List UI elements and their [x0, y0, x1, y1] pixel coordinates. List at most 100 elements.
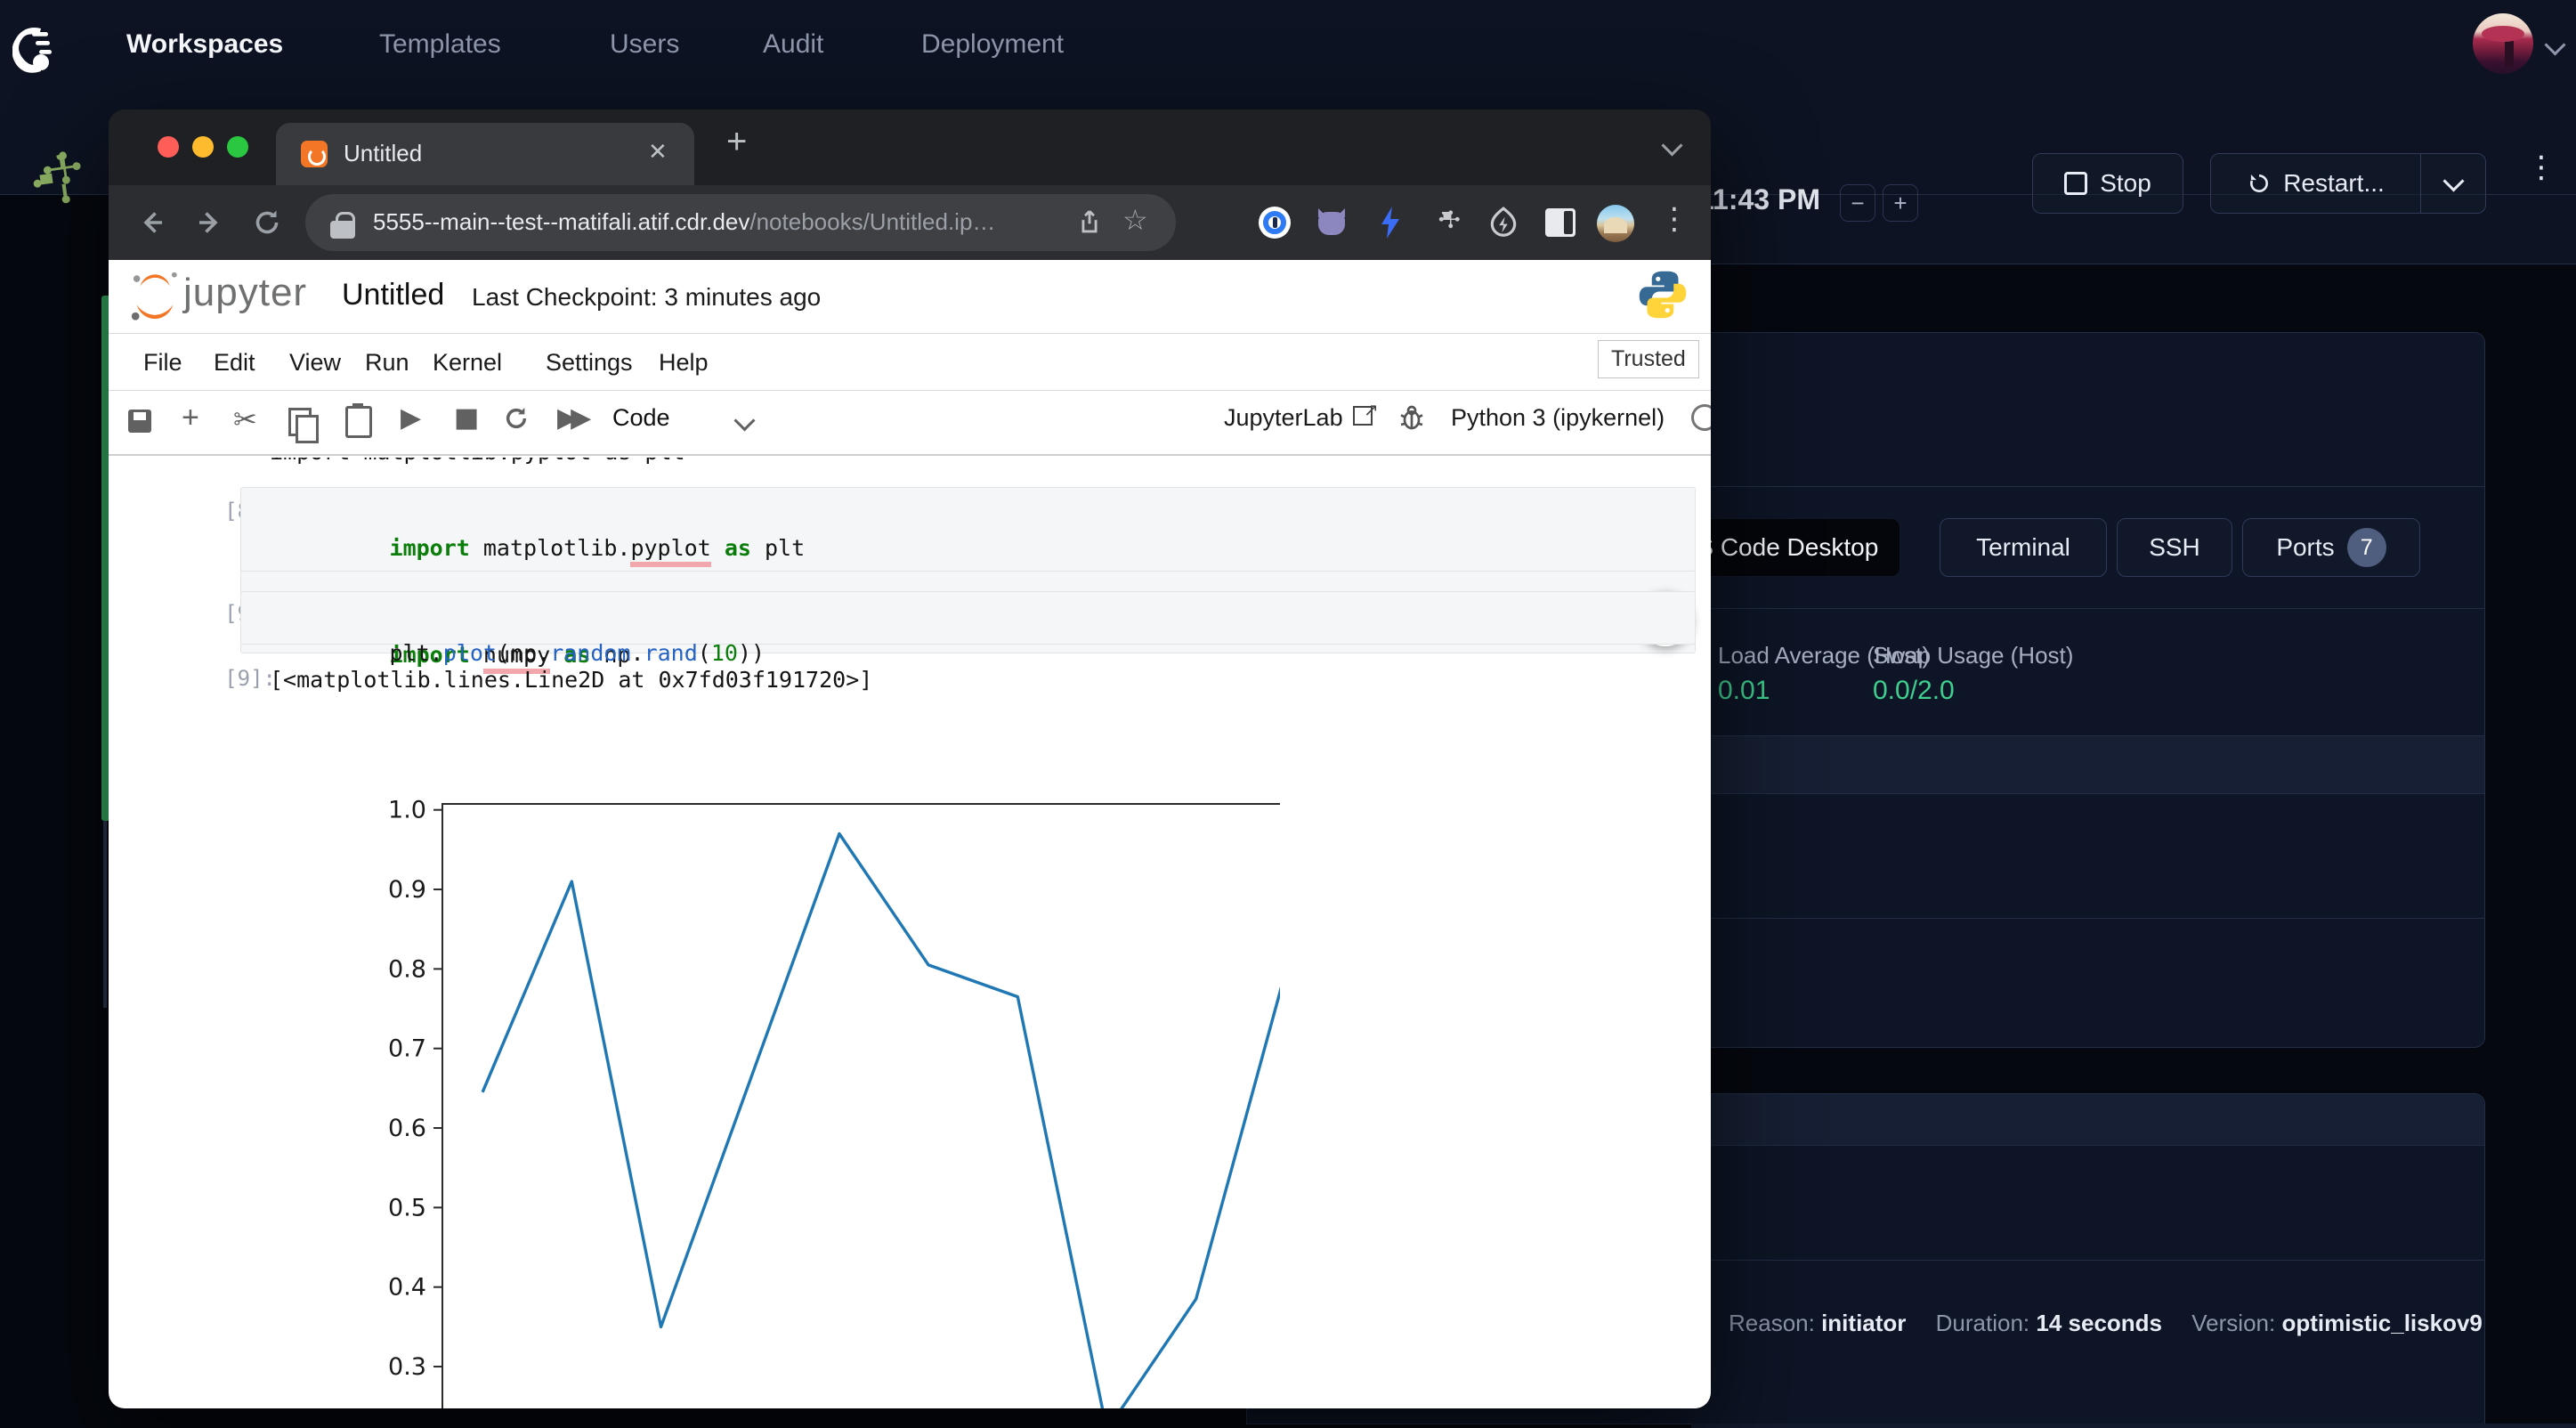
cut-cells-icon[interactable]: ✂: [233, 402, 257, 436]
restart-kernel-icon[interactable]: [502, 404, 531, 433]
browser-kebab-menu[interactable]: ⋮: [1659, 201, 1689, 237]
reload-icon[interactable]: [251, 207, 283, 239]
url-path: /notebooks/Untitled.ip…: [749, 208, 995, 235]
browser-tab[interactable]: Untitled ✕: [276, 123, 694, 185]
nav-item-users[interactable]: Users: [610, 29, 679, 60]
svg-text:1.0: 1.0: [388, 797, 426, 824]
forward-icon[interactable]: [194, 207, 226, 239]
copy-cells-icon[interactable]: [288, 408, 312, 436]
debugger-bug-icon[interactable]: [1397, 402, 1426, 433]
lightning-extension-icon[interactable]: [1376, 205, 1405, 240]
menu-file[interactable]: File: [143, 349, 182, 377]
menu-run[interactable]: Run: [365, 349, 409, 377]
url-text: 5555--main--test--matifali.atif.cdr.dev/…: [373, 208, 995, 236]
paste-cells-icon[interactable]: [345, 406, 372, 438]
swap-usage-label: Swap Usage (Host): [1873, 642, 2073, 669]
browser-tabstrip: Untitled ✕ +: [109, 110, 1711, 185]
menu-view[interactable]: View: [289, 349, 341, 377]
template-puzzle-icon: [30, 150, 89, 205]
version-label: Version:: [2191, 1310, 2275, 1336]
window-minimize-button[interactable]: [192, 136, 214, 158]
save-icon[interactable]: [128, 410, 151, 433]
nav-item-audit[interactable]: Audit: [763, 29, 823, 60]
bookmark-star-icon[interactable]: ☆: [1122, 203, 1148, 237]
cell-type-chevron-icon: [733, 410, 755, 431]
menu-kernel[interactable]: Kernel: [433, 349, 502, 377]
tab-search-chevron-icon[interactable]: [1661, 134, 1682, 156]
clipped-code-line: import matplotlib.pyplot as plt: [270, 458, 1249, 470]
stop-button-label: Stop: [2100, 169, 2151, 198]
menu-edit[interactable]: Edit: [214, 349, 255, 377]
back-icon[interactable]: [135, 207, 167, 239]
run-cell-icon[interactable]: ▶: [401, 402, 421, 434]
trusted-button[interactable]: Trusted: [1598, 340, 1699, 378]
restart-button-label: Restart...: [2283, 169, 2385, 198]
nav-item-workspaces[interactable]: Workspaces: [126, 29, 283, 60]
url-bar[interactable]: 5555--main--test--matifali.atif.cdr.dev/…: [305, 194, 1176, 251]
window-close-button[interactable]: [158, 136, 179, 158]
svg-text:0.4: 0.4: [388, 1274, 426, 1302]
cell-type-select[interactable]: Code: [612, 404, 670, 432]
menu-help[interactable]: Help: [659, 349, 709, 377]
interrupt-kernel-icon[interactable]: ■: [454, 402, 479, 434]
browser-window: Untitled ✕ + 5555--main--test--ma: [109, 110, 1711, 1408]
new-tab-button[interactable]: +: [726, 122, 747, 162]
jupyter-favicon-icon: [301, 141, 328, 167]
matplotlib-line-chart: 0.20.30.40.50.60.70.80.91.002468: [256, 783, 1280, 1408]
nav-item-templates[interactable]: Templates: [379, 29, 501, 60]
onepassword-extension-icon[interactable]: [1259, 207, 1291, 239]
add-cell-icon[interactable]: +: [182, 401, 199, 435]
menu-settings[interactable]: Settings: [546, 349, 633, 377]
tab-close-icon[interactable]: ✕: [648, 138, 668, 166]
zoom-in-button[interactable]: +: [1883, 184, 1918, 222]
octocat-extension-icon[interactable]: [1316, 208, 1348, 237]
code-token: as: [711, 535, 765, 561]
restart-run-all-icon[interactable]: ▶▶: [557, 402, 584, 434]
side-panel-icon[interactable]: [1545, 208, 1576, 237]
restart-chevron-icon: [2442, 170, 2464, 191]
notebook-title[interactable]: Untitled: [342, 278, 444, 312]
version-value: optimistic_liskov9: [2281, 1310, 2482, 1336]
extensions-puzzle-icon[interactable]: [1431, 207, 1463, 239]
nav-item-deployment[interactable]: Deployment: [921, 29, 1064, 60]
svg-text:0.3: 0.3: [388, 1353, 426, 1381]
workspace-kebab-menu[interactable]: ⋮: [2526, 150, 2556, 185]
code-token: plt: [765, 535, 805, 561]
duration-value: 14 seconds: [2036, 1310, 2162, 1336]
restart-dropdown-button[interactable]: [2420, 153, 2486, 214]
reason-label: Reason:: [1729, 1310, 1815, 1336]
paste-icon-clip: [352, 403, 363, 409]
ssh-button[interactable]: SSH: [2117, 518, 2232, 577]
terminal-label: Terminal: [1976, 533, 2070, 562]
jupyter-wordmark: jupyter: [183, 271, 307, 315]
checkpoint-status: Last Checkpoint: 3 minutes ago: [472, 283, 821, 312]
share-icon[interactable]: [1074, 207, 1105, 239]
svg-text:0.7: 0.7: [388, 1035, 426, 1063]
user-avatar[interactable]: [2473, 13, 2533, 74]
zoom-out-button[interactable]: −: [1840, 184, 1875, 222]
svg-text:0.5: 0.5: [388, 1194, 426, 1221]
coder-logo-icon[interactable]: [12, 20, 62, 78]
code-token: import: [390, 535, 470, 561]
restart-icon: [2248, 172, 2271, 195]
cell2-input-box[interactable]: plt.plot(np.random.rand(10)): [240, 591, 1696, 645]
restart-button[interactable]: Restart...: [2210, 153, 2421, 214]
battery-saver-extension-icon[interactable]: [1486, 205, 1520, 240]
ports-button[interactable]: Ports 7: [2242, 518, 2420, 577]
window-zoom-button[interactable]: [227, 136, 248, 158]
jupyterlab-link[interactable]: JupyterLab: [1224, 404, 1343, 432]
output-text: [<matplotlib.lines.Line2D at 0x7fd03f191…: [270, 662, 872, 698]
stop-button[interactable]: Stop: [2032, 153, 2183, 214]
favicon-ring: [308, 148, 326, 166]
copy-icon-back: [296, 415, 319, 443]
kernel-name[interactable]: Python 3 (ipykernel): [1451, 404, 1665, 432]
duration-label: Duration:: [1936, 1310, 2030, 1336]
avatar-tree-canopy: [2482, 26, 2524, 42]
ports-label: Ports: [2276, 533, 2334, 562]
cell1-input-box[interactable]: import matplotlib.pyplot as plt import n…: [240, 487, 1696, 572]
profile-avatar[interactable]: [1597, 205, 1634, 242]
jupyter-page: jupyter Untitled Last Checkpoint: 3 minu…: [109, 260, 1711, 1408]
terminal-button[interactable]: Terminal: [1940, 518, 2107, 577]
page-bottom-strip: [1691, 1424, 2576, 1428]
code-token: matplotlib.: [470, 535, 631, 561]
